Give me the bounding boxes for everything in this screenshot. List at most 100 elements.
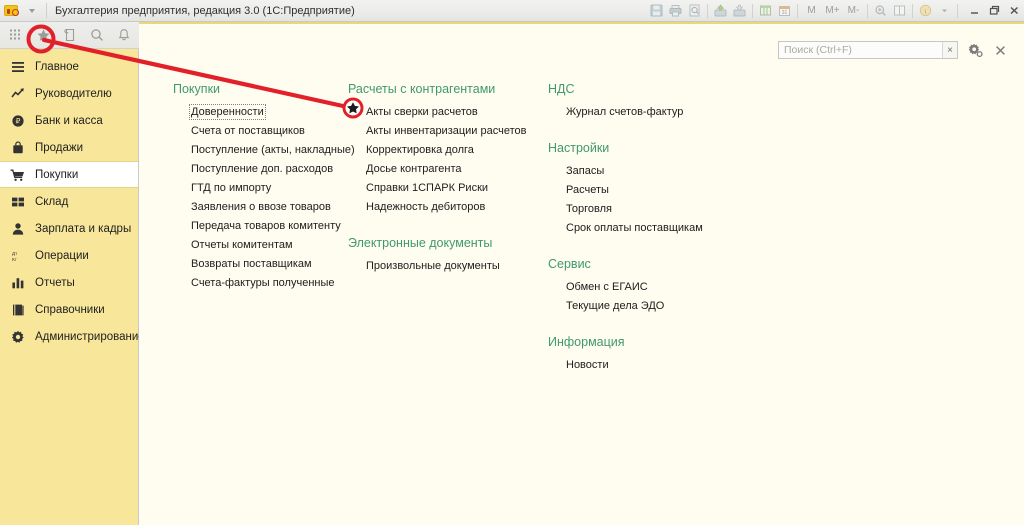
info-icon[interactable]: i — [916, 1, 935, 20]
menu-item-doverennosti[interactable]: Доверенности — [169, 103, 364, 122]
sidebar-item-sklad[interactable]: Склад — [0, 188, 138, 215]
menu-item-scheta-ot-postavshchikov[interactable]: Счета от поставщиков — [169, 122, 364, 141]
search-icon[interactable] — [85, 24, 109, 46]
group-elektronnye-dokumenty: Электронные документы Произвольные докум… — [344, 236, 534, 276]
menu-item-raschety[interactable]: Расчеты — [544, 181, 764, 200]
group-items: Произвольные документы — [344, 257, 534, 276]
menu-item-novosti[interactable]: Новости — [544, 356, 764, 375]
sidebar-item-administrirovanie[interactable]: Администрирование — [0, 323, 138, 350]
coin-icon: ₽ — [10, 113, 25, 128]
group-title: Настройки — [544, 141, 764, 155]
warehouse-icon — [10, 194, 25, 209]
calculator-memory-icon[interactable]: M — [801, 1, 822, 20]
calculator-memory-plus-icon[interactable]: M+ — [822, 1, 843, 20]
menu-item-korrektirovka-dolga[interactable]: Корректировка долга — [344, 141, 534, 160]
menu-item-zayavleniya-o-vvoze-tovarov[interactable]: Заявления о ввозе товаров — [169, 198, 364, 217]
menu-item-peredacha-tovarov-komitentu[interactable]: Передача товаров комитенту — [169, 217, 364, 236]
notifications-bell-icon[interactable] — [112, 24, 136, 46]
svg-text:i: i — [924, 6, 926, 15]
menu-item-tekushchie-dela-edo[interactable]: Текущие дела ЭДО — [544, 297, 764, 316]
menu-item-vozvraty-postavshchikam[interactable]: Возвраты поставщикам — [169, 255, 364, 274]
bar-chart-icon — [10, 275, 25, 290]
column-settlements: Расчеты с контрагентами Акты сверки расч… — [344, 82, 534, 295]
menu-item-zapasy[interactable]: Запасы — [544, 162, 764, 181]
import-icon[interactable] — [730, 1, 749, 20]
window-controls — [964, 1, 1024, 21]
menu-item-zhurnal-schetov-faktur[interactable]: Журнал счетов-фактур — [544, 103, 764, 122]
sidebar-item-label: Банк и касса — [35, 115, 103, 127]
calendar-icon[interactable]: 31 — [775, 1, 794, 20]
menu-item-obmen-s-egais[interactable]: Обмен с ЕГАИС — [544, 278, 764, 297]
group-title: Информация — [544, 335, 764, 349]
svg-text:₽: ₽ — [15, 116, 20, 125]
calculator-memory-minus-icon[interactable]: M- — [843, 1, 864, 20]
menu-item-otchety-komitentam[interactable]: Отчеты комитентам — [169, 236, 364, 255]
menu-item-dosie-kontragenta[interactable]: Досье контрагента — [344, 160, 534, 179]
chevron-down-icon[interactable] — [22, 0, 42, 22]
favorites-star-icon[interactable] — [31, 24, 55, 46]
toolbar-divider — [46, 3, 47, 18]
group-informaciya: Информация Новости — [544, 335, 764, 375]
print-preview-icon[interactable] — [685, 1, 704, 20]
cart-icon — [10, 167, 25, 182]
sidebar-toolbar — [0, 22, 139, 49]
person-icon — [10, 221, 25, 236]
sidebar-item-glavnoe[interactable]: Главное — [0, 53, 138, 80]
menu-item-akty-sverki-raschetov[interactable]: Акты сверки расчетов — [344, 103, 534, 122]
sidebar-item-operacii[interactable]: ДтКт Операции — [0, 242, 138, 269]
menu-item-srok-oplaty-postavshchikam[interactable]: Срок оплаты поставщикам — [544, 219, 764, 238]
menu-item-spravki-1spark-riski[interactable]: Справки 1СПАРК Риски — [344, 179, 534, 198]
close-button[interactable] — [1004, 1, 1024, 21]
sidebar-item-rukovoditelyu[interactable]: Руководителю — [0, 80, 138, 107]
sidebar-item-prodazhi[interactable]: Продажи — [0, 134, 138, 161]
group-title: Сервис — [544, 257, 764, 271]
group-title: НДС — [544, 82, 764, 96]
sidebar-item-bank-i-kassa[interactable]: ₽ Банк и касса — [0, 107, 138, 134]
print-icon[interactable] — [666, 1, 685, 20]
apps-grid-icon[interactable] — [4, 24, 28, 46]
books-icon — [10, 302, 25, 317]
column-purchases: Покупки Доверенности Счета от поставщико… — [169, 82, 364, 312]
sidebar-item-zarplata-i-kadry[interactable]: Зарплата и кадры — [0, 215, 138, 242]
minimize-button[interactable] — [964, 1, 984, 21]
group-items: Новости — [544, 356, 764, 375]
sidebar-item-spravochniki[interactable]: Справочники — [0, 296, 138, 323]
menu-item-gtd-po-importu[interactable]: ГТД по импорту — [169, 179, 364, 198]
sidebar-menu: Главное Руководителю ₽ Банк и касса Прод… — [0, 49, 138, 350]
split-window-icon[interactable] — [890, 1, 909, 20]
more-chevron-icon[interactable] — [935, 1, 954, 20]
zoom-icon[interactable] — [871, 1, 890, 20]
gear-icon — [10, 329, 25, 344]
group-items: Запасы Расчеты Торговля Срок оплаты пост… — [544, 162, 764, 238]
save-icon[interactable] — [647, 1, 666, 20]
group-raschety-s-kontragentami: Расчеты с контрагентами Акты сверки расч… — [344, 82, 534, 217]
sidebar-item-label: Отчеты — [35, 277, 75, 289]
table-icon[interactable] — [756, 1, 775, 20]
sidebar-item-otchety[interactable]: Отчеты — [0, 269, 138, 296]
group-items: Журнал счетов-фактур — [544, 103, 764, 122]
menu-item-nadezhnost-debitorov[interactable]: Надежность дебиторов — [344, 198, 534, 217]
sidebar-item-pokupki[interactable]: Покупки — [0, 161, 138, 188]
debit-credit-icon: ДтКт — [10, 248, 25, 263]
menu-item-postuplenie-akty-nakladnye[interactable]: Поступление (акты, накладные) — [169, 141, 364, 160]
menu-item-proizvolnye-dokumenty[interactable]: Произвольные документы — [344, 257, 534, 276]
sidebar-item-label: Главное — [35, 61, 79, 73]
menu-item-akty-inventarizacii-raschetov[interactable]: Акты инвентаризации расчетов — [344, 122, 534, 141]
restore-button[interactable] — [984, 1, 1004, 21]
menu-item-postuplenie-dop-raskhodov[interactable]: Поступление доп. расходов — [169, 160, 364, 179]
sidebar-item-label: Продажи — [35, 142, 83, 154]
bag-icon — [10, 140, 25, 155]
column-vat-settings: НДС Журнал счетов-фактур Настройки Запас… — [544, 82, 764, 394]
group-pokupki: Покупки Доверенности Счета от поставщико… — [169, 82, 364, 293]
svg-text:Дт: Дт — [12, 251, 18, 256]
main-content-panel: × Покупки Доверенности Сч — [139, 22, 1024, 525]
sidebar-item-label: Операции — [35, 250, 89, 262]
export-icon[interactable] — [711, 1, 730, 20]
window-title: Бухгалтерия предприятия, редакция 3.0 (1… — [51, 5, 355, 17]
svg-text:31: 31 — [782, 10, 788, 16]
group-title: Электронные документы — [344, 236, 534, 250]
history-icon[interactable] — [58, 24, 82, 46]
group-servis: Сервис Обмен с ЕГАИС Текущие дела ЭДО — [544, 257, 764, 316]
menu-item-scheta-faktury-poluchennye[interactable]: Счета-фактуры полученные — [169, 274, 364, 293]
menu-item-torgovlya[interactable]: Торговля — [544, 200, 764, 219]
